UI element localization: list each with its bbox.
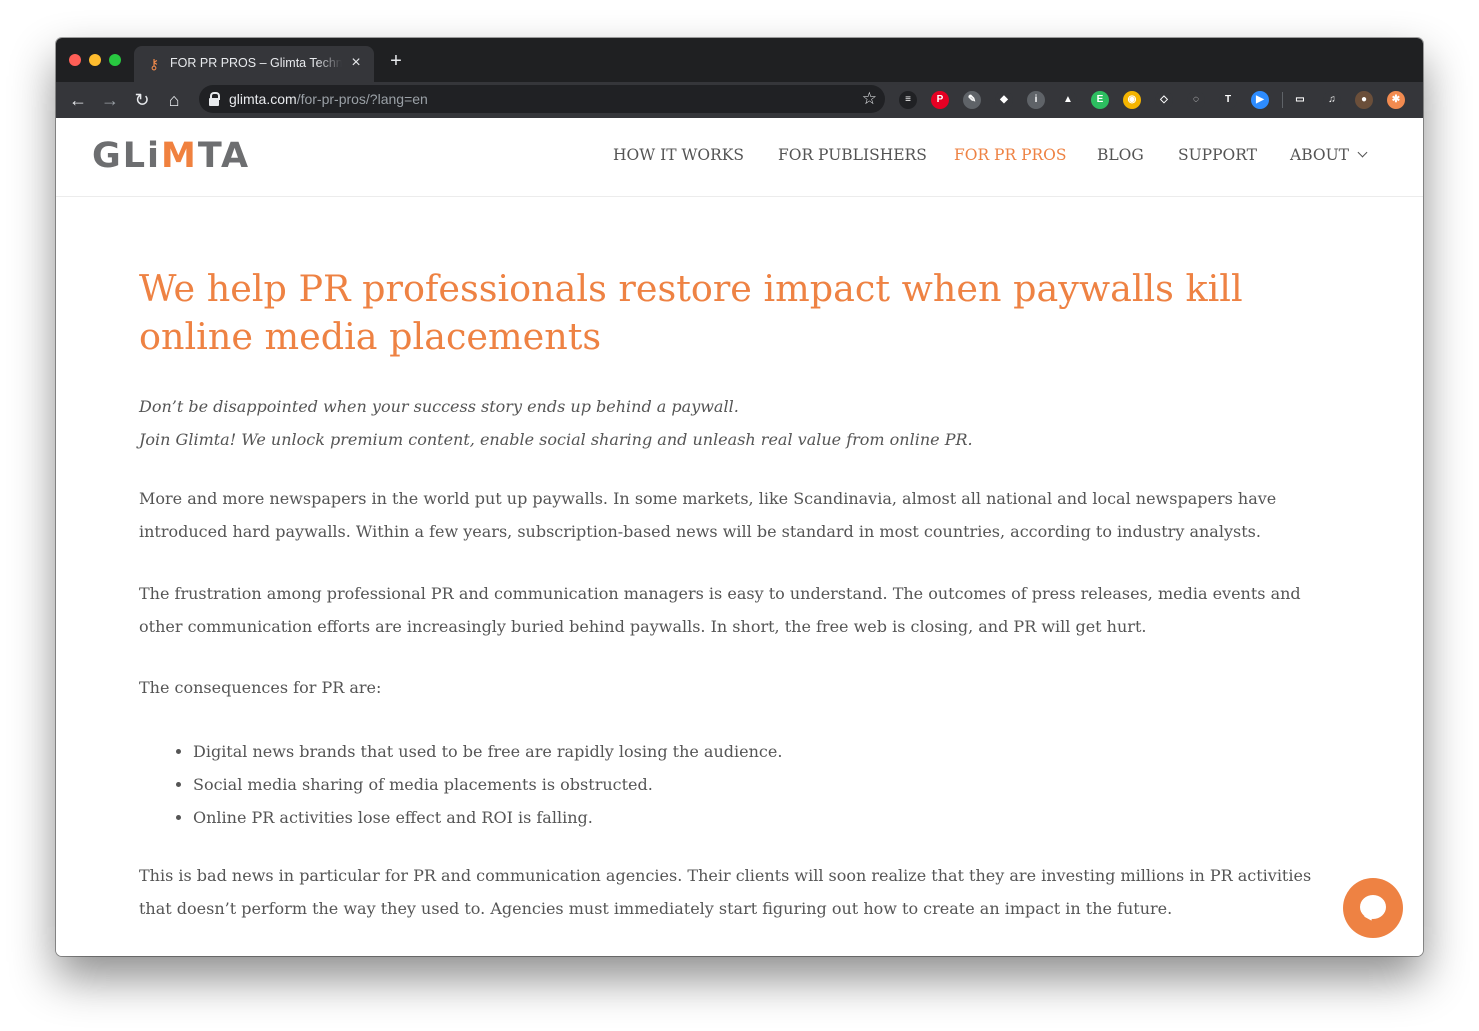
key-favicon-icon: ⚷	[148, 56, 160, 72]
evernote-icon[interactable]: E	[1091, 91, 1109, 109]
home-icon[interactable]: ⌂	[162, 88, 186, 112]
bookmark-star-icon[interactable]: ☆	[862, 88, 877, 110]
nav-about[interactable]: ABOUT	[1290, 146, 1368, 168]
text-ext-icon[interactable]: T	[1219, 91, 1237, 109]
logo-text-end: TA	[197, 136, 251, 176]
info-icon[interactable]: i	[1027, 91, 1045, 109]
paragraph-4-line-2: that doesn’t perform the way they used t…	[139, 899, 1173, 918]
site-header: GLiMTA HOW IT WORKS FOR PUBLISHERS FOR P…	[56, 118, 1423, 197]
tab-active[interactable]: ⚷ FOR PR PROS – Glimta Technologies ×	[134, 46, 374, 82]
zoom-icon[interactable]: ▶	[1251, 91, 1269, 109]
paragraph-2: The frustration among professional PR an…	[139, 577, 1319, 643]
browser-window: ⚷ FOR PR PROS – Glimta Technologies × + …	[56, 38, 1423, 956]
paragraph-4: This is bad news in particular for PR an…	[139, 859, 1319, 925]
minimize-window-button[interactable]	[89, 54, 101, 66]
paragraph-1-line-2: introduced hard paywalls. Within a few y…	[139, 522, 1261, 541]
close-window-button[interactable]	[69, 54, 81, 66]
profile-avatar-icon[interactable]: ●	[1355, 91, 1373, 109]
nav-blog[interactable]: BLOG	[1097, 146, 1144, 168]
new-tab-button[interactable]: +	[386, 51, 406, 71]
tab-strip: ⚷ FOR PR PROS – Glimta Technologies × +	[56, 38, 1423, 82]
paragraph-1-line-1: More and more newspapers in the world pu…	[139, 489, 1277, 508]
browser-toolbar: ← → ↻ ⌂ glimta.com/for-pr-pros/?lang=en …	[56, 82, 1423, 118]
back-arrow-icon[interactable]: ←	[66, 88, 90, 112]
lock-icon	[209, 92, 220, 106]
buffer-icon[interactable]: ≡	[899, 91, 917, 109]
globe-icon[interactable]: ◌	[1187, 91, 1205, 109]
glimta-logo[interactable]: GLiMTA	[92, 136, 250, 176]
nav-about-label: ABOUT	[1290, 146, 1349, 164]
intro-line-1: Don’t be disappointed when your success …	[139, 397, 739, 416]
address-bar[interactable]: glimta.com/for-pr-pros/?lang=en ☆	[199, 85, 885, 113]
paragraph-2-line-2: other communication efforts are increasi…	[139, 617, 1147, 636]
url-text[interactable]: glimta.com/for-pr-pros/?lang=en	[229, 91, 428, 107]
tab-close-icon[interactable]: ×	[348, 54, 364, 72]
nav-for-publishers[interactable]: FOR PUBLISHERS	[778, 146, 927, 168]
url-path: /for-pr-pros/?lang=en	[296, 91, 428, 107]
paragraph-3: The consequences for PR are:	[139, 678, 382, 697]
paragraph-4-line-1: This is bad news in particular for PR an…	[139, 866, 1312, 885]
intro-text: Don’t be disappointed when your success …	[139, 390, 973, 456]
chat-widget-button[interactable]	[1343, 878, 1403, 938]
reload-icon[interactable]: ↻	[130, 88, 154, 112]
url-host: glimta.com	[229, 91, 297, 107]
nav-support[interactable]: SUPPORT	[1178, 146, 1257, 168]
list-item: Digital news brands that used to be free…	[193, 735, 782, 768]
maximize-window-button[interactable]	[109, 54, 121, 66]
chrome-ext-icon[interactable]: ◉	[1123, 91, 1141, 109]
intro-line-2: Join Glimta! We unlock premium content, …	[139, 430, 973, 449]
color-picker-icon[interactable]: ✎	[963, 91, 981, 109]
paragraph-2-line-1: The frustration among professional PR an…	[139, 584, 1301, 603]
list-item: Online PR activities lose effect and ROI…	[193, 801, 782, 834]
extension-orange-icon[interactable]: ✱	[1387, 91, 1405, 109]
toolbar-separator	[1282, 92, 1283, 108]
consequences-list: Digital news brands that used to be free…	[139, 735, 782, 834]
page-title: We help PR professionals restore impact …	[139, 267, 1243, 358]
pinterest-icon[interactable]: P	[931, 91, 949, 109]
nav-how-it-works[interactable]: HOW IT WORKS	[613, 146, 744, 168]
gem-icon[interactable]: ◆	[995, 91, 1013, 109]
tab-title: FOR PR PROS – Glimta Technologies	[170, 56, 342, 70]
chevron-down-icon	[1357, 147, 1368, 158]
list-item: Social media sharing of media placements…	[193, 768, 782, 801]
media-controls-icon[interactable]: ♫	[1323, 91, 1341, 109]
nav-for-pr-pros[interactable]: FOR PR PROS	[954, 146, 1067, 168]
dropbox-icon[interactable]: ◇	[1155, 91, 1173, 109]
logo-text-m: M	[161, 136, 198, 176]
paragraph-1: More and more newspapers in the world pu…	[139, 482, 1319, 548]
web-page: GLiMTA HOW IT WORKS FOR PUBLISHERS FOR P…	[56, 118, 1423, 956]
drive-icon[interactable]: ▲	[1059, 91, 1077, 109]
cast-icon[interactable]: ▭	[1291, 91, 1309, 109]
forward-arrow-icon[interactable]: →	[98, 88, 122, 112]
logo-text-start: GLi	[92, 136, 162, 176]
